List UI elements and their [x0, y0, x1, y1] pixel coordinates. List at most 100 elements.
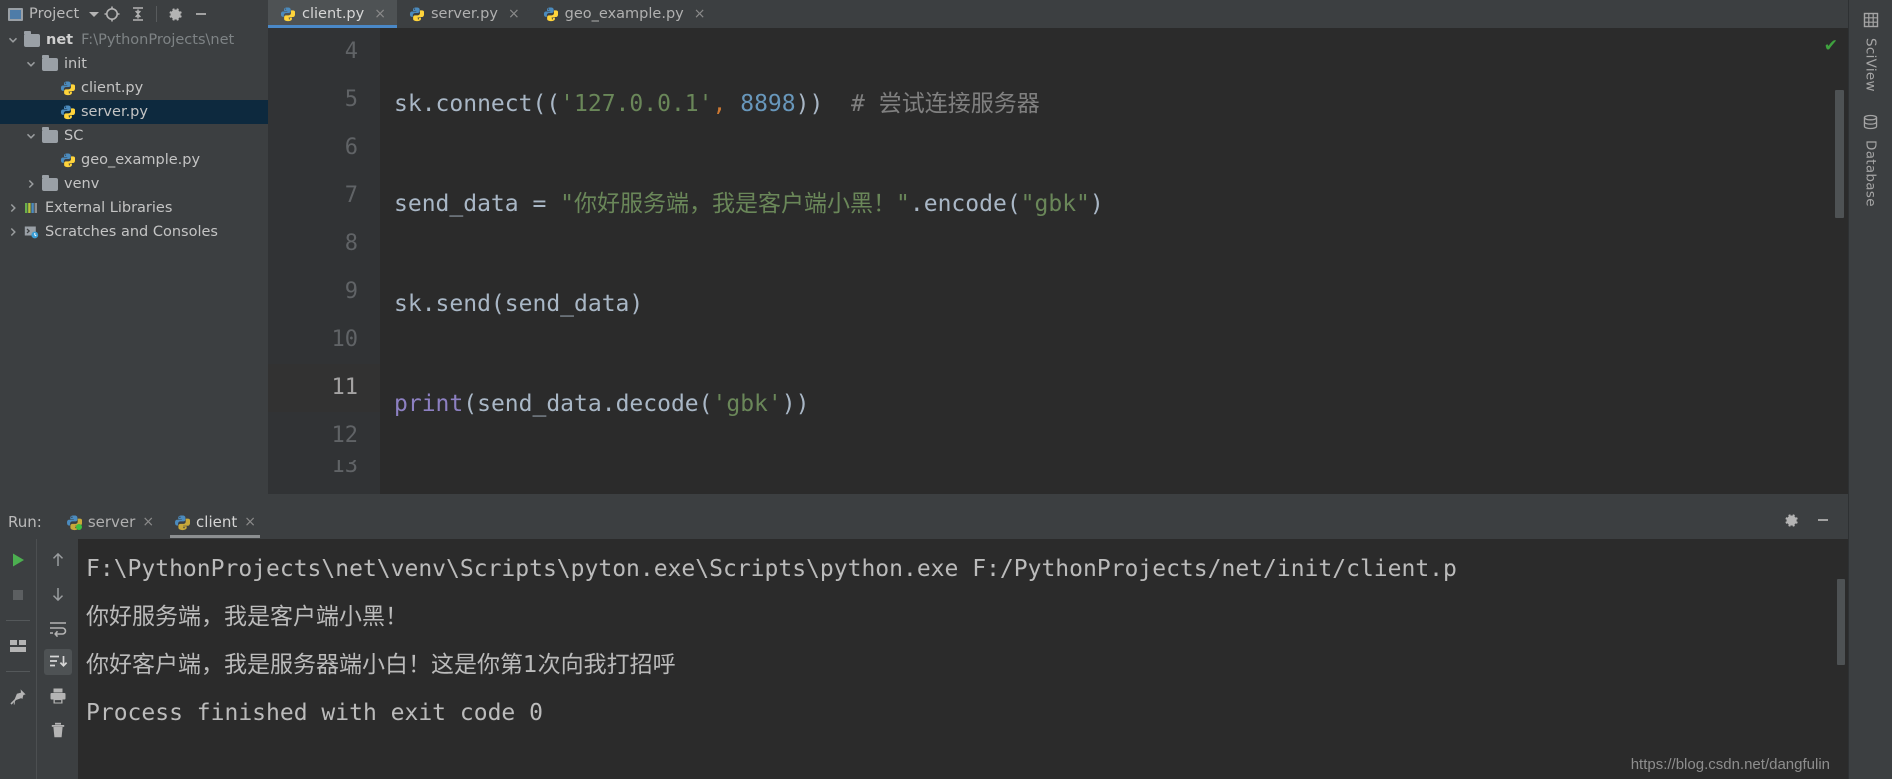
pin-icon[interactable] — [4, 684, 32, 710]
chevron-right-icon[interactable] — [6, 225, 20, 239]
python-file-icon — [543, 6, 558, 22]
tree-node-geo_example-py[interactable]: geo_example.py — [0, 148, 268, 172]
line-number-11[interactable]: 11 — [268, 364, 380, 412]
rail-tab-label-database: Database — [1862, 139, 1879, 207]
tree-node-client-py[interactable]: client.py — [0, 76, 268, 100]
tree-node-label: Scratches and Consoles — [45, 224, 218, 240]
close-icon[interactable]: × — [142, 514, 154, 530]
watermark-text: https://blog.csdn.net/dangfulin — [1630, 756, 1830, 773]
project-tree-panel[interactable]: net F:\PythonProjects\net init client.py ser… — [0, 28, 268, 494]
chevron-right-icon[interactable] — [24, 177, 38, 191]
run-tool-window: Run: server × client × F:\PythonProjects… — [0, 505, 1848, 779]
console-line-1: 你好服务端，我是客户端小黑！ — [86, 604, 408, 630]
tree-node-sc[interactable]: SC — [0, 124, 268, 148]
run-panel-label: Run: — [8, 513, 42, 531]
python-file-icon — [409, 6, 425, 22]
run-panel-body: F:\PythonProjects\net\venv\Scripts\pyton… — [0, 539, 1848, 779]
run-console-output[interactable]: F:\PythonProjects\net\venv\Scripts\pyton… — [78, 539, 1848, 779]
run-tab-client[interactable]: client × — [164, 505, 266, 539]
scroll-to-end-icon[interactable] — [43, 649, 72, 675]
line-number-6[interactable]: 6 — [268, 124, 380, 172]
line-number-9[interactable]: 9 — [268, 268, 380, 316]
editor-tab-label: client.py — [302, 6, 365, 22]
close-icon[interactable]: × — [374, 7, 386, 21]
collapse-all-icon[interactable] — [125, 1, 151, 27]
line-number-12[interactable]: 12 — [268, 412, 380, 460]
minimize-icon[interactable] — [1814, 511, 1832, 533]
arrow-down-icon[interactable] — [44, 581, 72, 607]
line-number-7[interactable]: 7 — [268, 172, 380, 220]
code-line-5[interactable]: send_data = "你好服务端，我是客户端小黑！".encode("gbk… — [380, 180, 1848, 228]
run-tab-server[interactable]: server × — [56, 505, 164, 539]
project-toolbar: Project — [0, 0, 268, 28]
close-icon[interactable]: × — [244, 514, 256, 530]
horizontal-splitter[interactable] — [0, 494, 1848, 505]
tree-node-server-py[interactable]: server.py — [0, 100, 268, 124]
stop-icon[interactable] — [4, 582, 32, 608]
inspection-status-icon[interactable]: ✔ — [1824, 36, 1838, 56]
console-scrollbar[interactable] — [1837, 579, 1845, 665]
project-tool-window-button[interactable]: Project — [8, 6, 100, 22]
line-number-10[interactable]: 10 — [268, 316, 380, 364]
folder-icon — [42, 126, 58, 143]
rail-tab-database[interactable]: Database — [1849, 102, 1892, 217]
python-run-icon — [66, 514, 83, 531]
restore-layout-icon[interactable] — [4, 633, 32, 659]
code-editor[interactable]: 4 5 6 7 8 9 10 11 12 13 sk.connect(('127.0.0.1', … — [268, 28, 1848, 494]
arrow-up-icon[interactable] — [44, 547, 72, 573]
editor-scrollbar[interactable] — [1835, 90, 1844, 218]
code-line-6[interactable]: sk.send(send_data) — [380, 280, 1848, 328]
chevron-right-icon[interactable] — [6, 201, 20, 215]
close-icon[interactable]: × — [694, 7, 706, 21]
chevron-down-icon[interactable] — [89, 11, 100, 17]
tree-node-init[interactable]: init — [0, 52, 268, 76]
python-file-icon — [60, 80, 76, 96]
trash-icon[interactable] — [44, 717, 72, 743]
chevron-down-icon[interactable] — [24, 129, 38, 143]
editor-tab-geo_example-py[interactable]: geo_example.py × — [530, 0, 717, 28]
soft-wrap-icon[interactable] — [44, 615, 72, 641]
line-number-8[interactable]: 8 — [268, 220, 380, 268]
print-icon[interactable] — [44, 683, 72, 709]
settings-gear-icon[interactable] — [1783, 512, 1800, 533]
editor-code-area[interactable]: sk.connect(('127.0.0.1', 8898)) # 尝试连接服务… — [380, 28, 1848, 494]
tree-node-scratches-and-consoles[interactable]: Scratches and Consoles — [0, 220, 268, 244]
code-line-8[interactable] — [380, 480, 1848, 494]
editor-tab-client-py[interactable]: client.py × — [268, 0, 397, 28]
running-indicator-dot — [75, 524, 82, 530]
settings-gear-icon[interactable] — [162, 1, 188, 27]
editor-tab-label: geo_example.py — [564, 6, 684, 22]
tree-node-label: External Libraries — [45, 200, 173, 216]
run-icon[interactable] — [4, 547, 32, 573]
line-number-5[interactable]: 5 — [268, 76, 380, 124]
line-number-13[interactable]: 13 — [268, 460, 380, 480]
locate-icon[interactable] — [99, 1, 125, 27]
tree-node-label: server.py — [81, 104, 148, 120]
folder-icon — [24, 30, 40, 47]
editor-tab-label: server.py — [430, 6, 498, 22]
rail-tab-sciview[interactable]: SciView — [1849, 0, 1892, 102]
external-libraries-icon — [24, 201, 39, 215]
close-icon[interactable]: × — [508, 7, 520, 21]
code-line-7[interactable]: print(send_data.decode('gbk')) — [380, 380, 1848, 428]
tree-node-net[interactable]: net F:\PythonProjects\net — [0, 28, 268, 52]
tree-node-label: client.py — [81, 80, 144, 96]
run-tab-label: server — [87, 513, 136, 531]
editor-gutter[interactable]: 4 5 6 7 8 9 10 11 12 13 — [268, 28, 380, 494]
tree-node-label: init — [64, 56, 87, 72]
minimize-icon[interactable] — [188, 1, 214, 27]
project-window-icon — [8, 7, 23, 21]
chevron-down-icon[interactable] — [24, 57, 38, 71]
run-panel-header: Run: server × client × — [0, 505, 1848, 539]
chevron-down-icon[interactable] — [6, 33, 20, 47]
tree-node-label: SC — [64, 128, 84, 144]
line-number-4[interactable]: 4 — [268, 28, 380, 76]
code-line-4[interactable]: sk.connect(('127.0.0.1', 8898)) # 尝试连接服务… — [380, 80, 1848, 128]
database-icon — [1862, 114, 1879, 134]
editor-tab-server-py[interactable]: server.py × — [396, 0, 531, 28]
tree-node-venv[interactable]: venv — [0, 172, 268, 196]
tree-node-external-libraries[interactable]: External Libraries — [0, 196, 268, 220]
